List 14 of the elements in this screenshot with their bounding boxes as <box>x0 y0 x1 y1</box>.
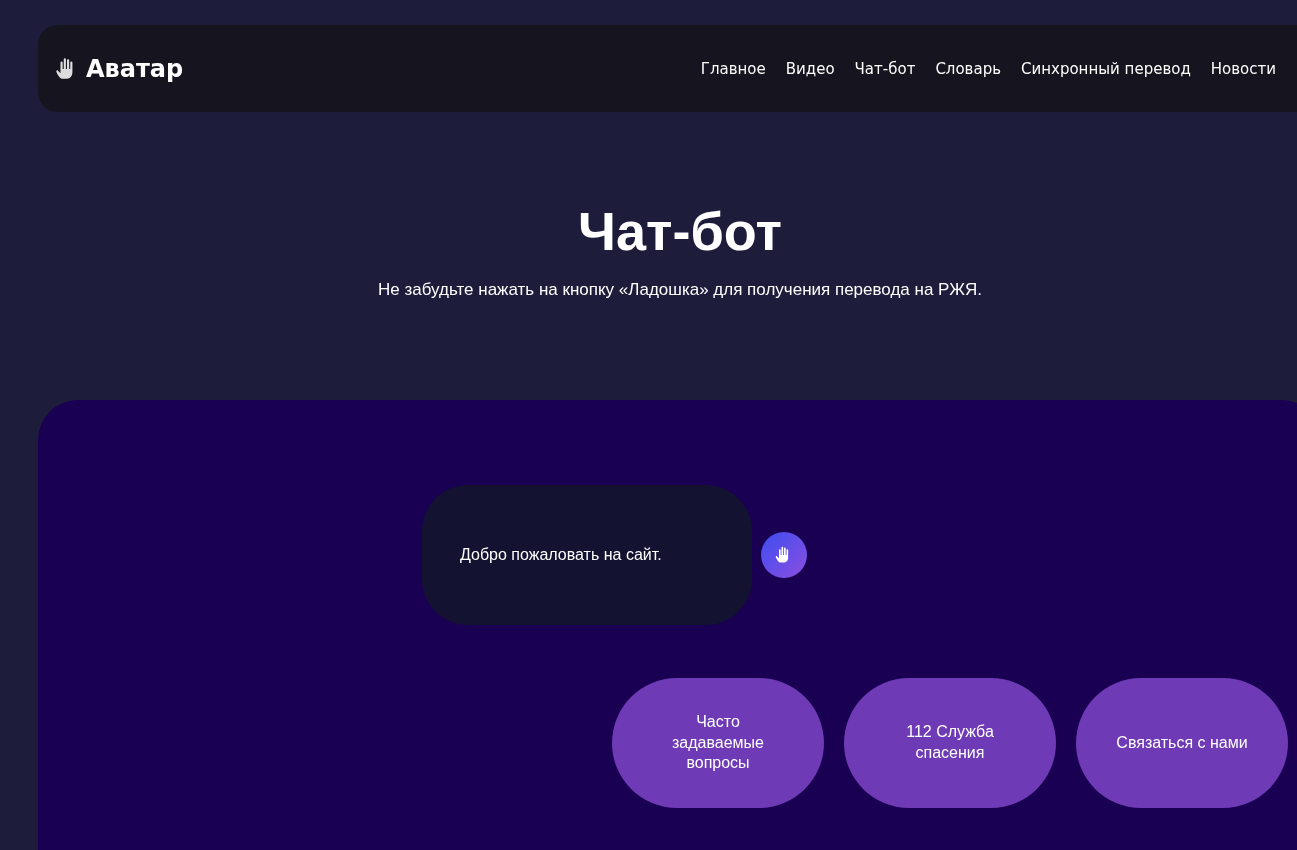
quick-reply-button[interactable]: 112 Служба спасения <box>844 678 1056 808</box>
nav-link[interactable]: Видео <box>785 59 835 78</box>
page-title: Чат-бот <box>578 200 782 262</box>
nav-link[interactable]: Новости <box>1210 59 1276 78</box>
chat-message: Добро пожаловать на сайт. <box>460 546 662 564</box>
sign-translate-button[interactable] <box>761 532 807 578</box>
page-subtitle: Не забудьте нажать на кнопку «Ладошка» для получения перевода на РЖЯ. <box>378 280 982 300</box>
quick-reply-button[interactable]: Связаться с нами <box>1076 678 1288 808</box>
quick-reply-button[interactable]: Часто задаваемые вопросы <box>612 678 824 808</box>
logo-text[interactable]: Аватар <box>86 54 184 83</box>
nav-link[interactable]: Главное <box>700 59 766 78</box>
nav-link[interactable]: Синхронный перевод <box>1021 59 1191 78</box>
nav-link[interactable]: Словарь <box>935 59 1001 78</box>
nav-link[interactable]: Чат-бот <box>854 59 916 78</box>
